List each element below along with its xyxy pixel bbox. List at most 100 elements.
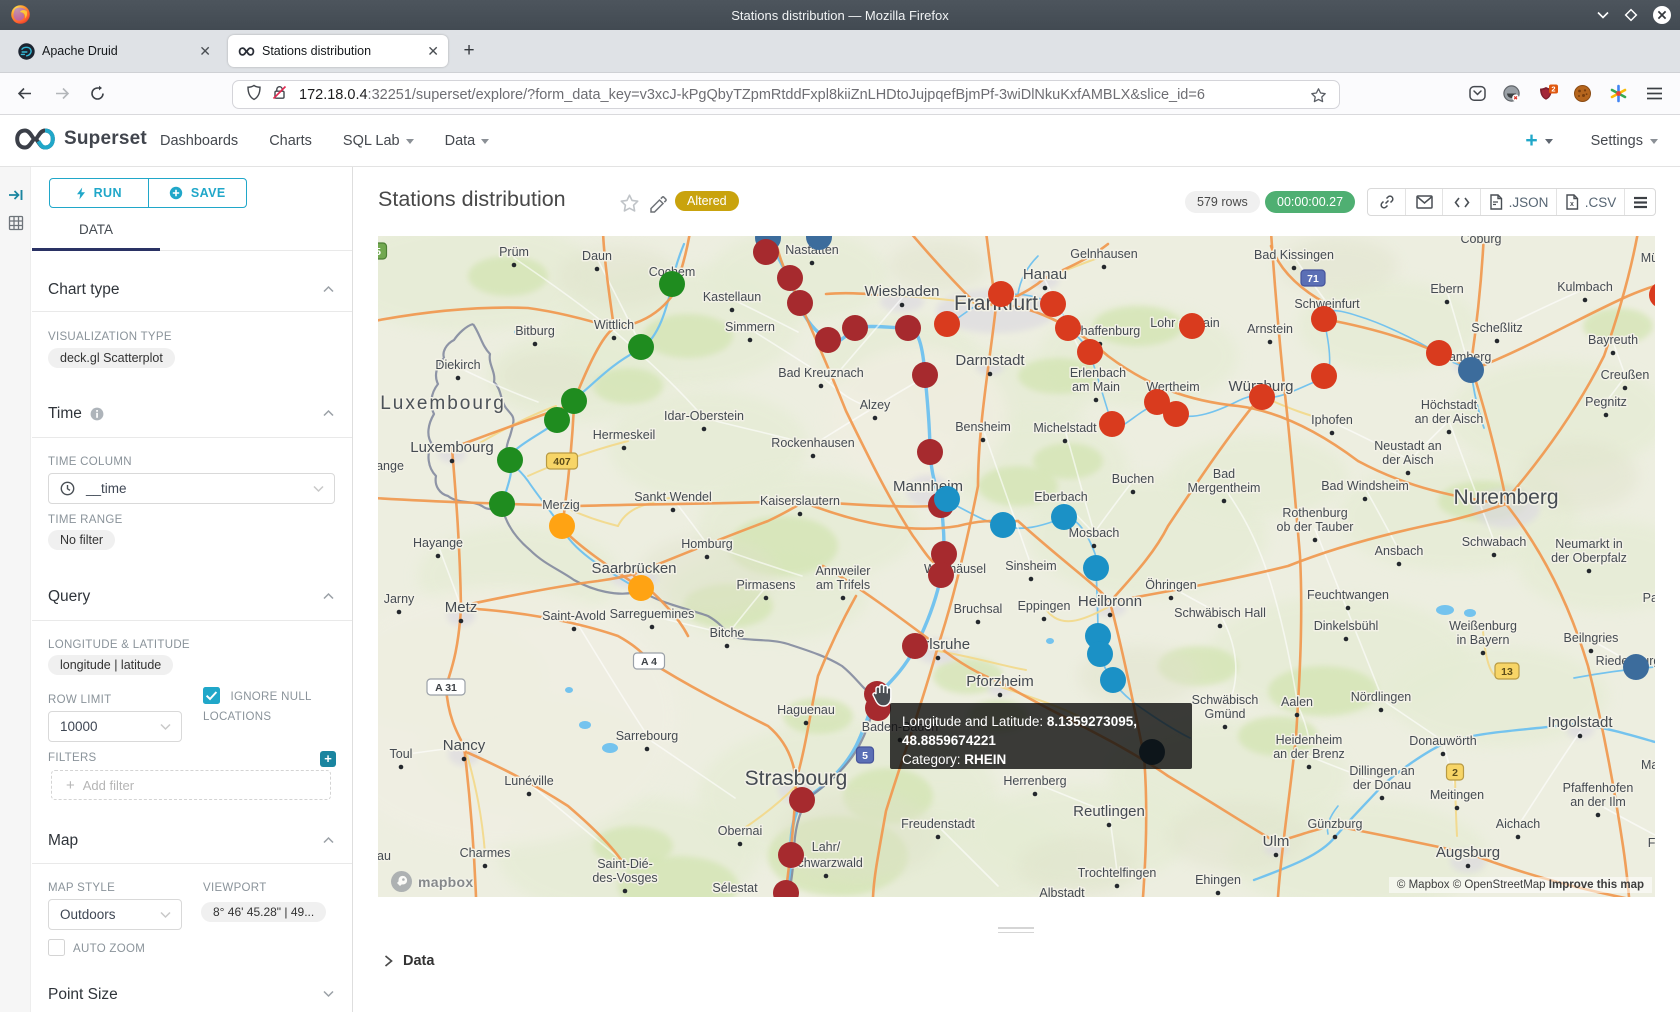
tab-stations-distribution[interactable]: Stations distribution ✕: [228, 35, 448, 67]
station-point[interactable]: [912, 362, 938, 388]
station-point[interactable]: [1083, 555, 1109, 581]
email-button[interactable]: [1406, 189, 1443, 215]
menu-hamburger-icon[interactable]: [1646, 86, 1663, 106]
station-point[interactable]: [895, 315, 921, 341]
station-point[interactable]: [988, 281, 1014, 307]
favorite-star-icon[interactable]: [619, 193, 640, 214]
nav-item-data[interactable]: Data: [445, 133, 490, 149]
tab-close-icon[interactable]: ✕: [427, 44, 439, 58]
privacy-extension-icon[interactable]: [1502, 84, 1521, 108]
run-button[interactable]: RUN: [50, 179, 148, 207]
nav-item-dashboards[interactable]: Dashboards: [160, 133, 238, 149]
station-point[interactable]: [489, 491, 515, 517]
station-point[interactable]: [789, 787, 815, 813]
station-point[interactable]: [928, 562, 954, 588]
station-point[interactable]: [1055, 315, 1081, 341]
data-panel-header[interactable]: Data: [384, 953, 434, 969]
section-map[interactable]: Map: [48, 832, 78, 850]
dataset-grid-icon[interactable]: [8, 215, 24, 231]
reload-button[interactable]: [89, 85, 106, 107]
station-point[interactable]: [778, 842, 804, 868]
adblock-shield-icon[interactable]: 2: [1537, 84, 1558, 109]
chevron-down-icon[interactable]: [323, 990, 334, 1001]
window-maximize-button[interactable]: [1624, 8, 1638, 22]
chevron-up-icon[interactable]: [323, 836, 334, 847]
station-point[interactable]: [917, 439, 943, 465]
section-query[interactable]: Query: [48, 588, 90, 606]
back-button[interactable]: [16, 85, 33, 107]
station-point[interactable]: [1426, 340, 1452, 366]
time-range-value[interactable]: No filter: [48, 530, 115, 550]
tab-data[interactable]: DATA: [32, 222, 160, 237]
visualization-type-value[interactable]: deck.gl Scatterplot: [48, 348, 175, 368]
station-point[interactable]: [1179, 313, 1205, 339]
time-column-select[interactable]: __time: [48, 473, 335, 504]
station-point[interactable]: [1163, 401, 1189, 427]
station-point[interactable]: [934, 486, 960, 512]
collapse-panel-icon[interactable]: [8, 187, 24, 203]
station-point[interactable]: [549, 513, 575, 539]
copy-link-button[interactable]: [1368, 189, 1406, 215]
station-point[interactable]: [1099, 411, 1125, 437]
add-filter-box[interactable]: + Add filter: [51, 770, 331, 800]
window-close-button[interactable]: [1652, 5, 1672, 25]
station-point[interactable]: [777, 265, 803, 291]
chevron-up-icon[interactable]: [323, 285, 334, 296]
save-button[interactable]: SAVE: [148, 179, 247, 207]
station-point[interactable]: [934, 311, 960, 337]
new-chart-plus-button[interactable]: +: [1525, 129, 1552, 153]
longitude-latitude-value[interactable]: longitude | latitude: [48, 655, 173, 675]
station-point[interactable]: [1623, 654, 1649, 680]
cookie-extension-icon[interactable]: [1573, 84, 1592, 108]
nav-item-sql-lab[interactable]: SQL Lab: [343, 133, 414, 149]
station-point[interactable]: [787, 290, 813, 316]
station-point[interactable]: [815, 327, 841, 353]
section-point-size[interactable]: Point Size: [48, 986, 118, 1004]
url-bar[interactable]: 172.18.0.4:32251/superset/explore/?form_…: [232, 80, 1340, 109]
export-json-button[interactable]: .JSON: [1481, 189, 1557, 215]
chevron-up-icon[interactable]: [323, 592, 334, 603]
station-point[interactable]: [628, 575, 654, 601]
station-point[interactable]: [659, 271, 685, 297]
station-point[interactable]: [753, 239, 779, 265]
map-style-select[interactable]: Outdoors: [48, 899, 182, 930]
auto-zoom-checkbox[interactable]: [48, 939, 65, 956]
more-options-button[interactable]: [1625, 189, 1655, 215]
viewport-value[interactable]: 8° 46' 45.28" | 49...: [201, 902, 326, 922]
forward-button[interactable]: [54, 85, 71, 107]
station-point[interactable]: [842, 315, 868, 341]
export-csv-button[interactable]: x .CSV: [1557, 189, 1625, 215]
window-minimize-button[interactable]: [1596, 8, 1610, 22]
station-point[interactable]: [1311, 306, 1337, 332]
ignore-null-checkbox[interactable]: [203, 687, 220, 704]
shield-icon[interactable]: [246, 84, 262, 106]
tab-close-icon[interactable]: ✕: [199, 44, 211, 58]
edit-pencil-icon[interactable]: [649, 196, 667, 214]
station-point[interactable]: [1040, 291, 1066, 317]
station-point[interactable]: [1458, 357, 1484, 383]
station-point[interactable]: [1077, 339, 1103, 365]
tab-apache-druid[interactable]: Apache Druid ✕: [8, 35, 220, 67]
new-tab-button[interactable]: +: [458, 40, 480, 62]
station-point[interactable]: [1087, 641, 1113, 667]
station-point[interactable]: [1311, 363, 1337, 389]
bookmark-star-icon[interactable]: [1310, 87, 1327, 109]
station-point[interactable]: [1249, 384, 1275, 410]
station-point[interactable]: [902, 633, 928, 659]
pocket-icon[interactable]: [1468, 84, 1487, 108]
station-point[interactable]: [990, 512, 1016, 538]
chevron-up-icon[interactable]: [323, 409, 334, 420]
deckgl-scatterplot-map[interactable]: FrankfurtNurembergStrasbourgLuxembourgWi…: [378, 236, 1655, 897]
station-point[interactable]: [1051, 504, 1077, 530]
section-chart-type[interactable]: Chart type: [48, 281, 120, 299]
section-time[interactable]: Time: [48, 405, 104, 423]
embed-code-button[interactable]: [1443, 189, 1481, 215]
mapbox-logo[interactable]: mapbox: [390, 870, 473, 893]
station-point[interactable]: [544, 407, 570, 433]
colorful-extension-icon[interactable]: [1609, 84, 1628, 108]
settings-menu[interactable]: Settings: [1591, 133, 1658, 149]
station-point[interactable]: [628, 334, 654, 360]
row-limit-select[interactable]: 10000: [48, 711, 182, 742]
panel-splitter-handle[interactable]: [998, 927, 1034, 934]
station-point[interactable]: [1100, 667, 1126, 693]
